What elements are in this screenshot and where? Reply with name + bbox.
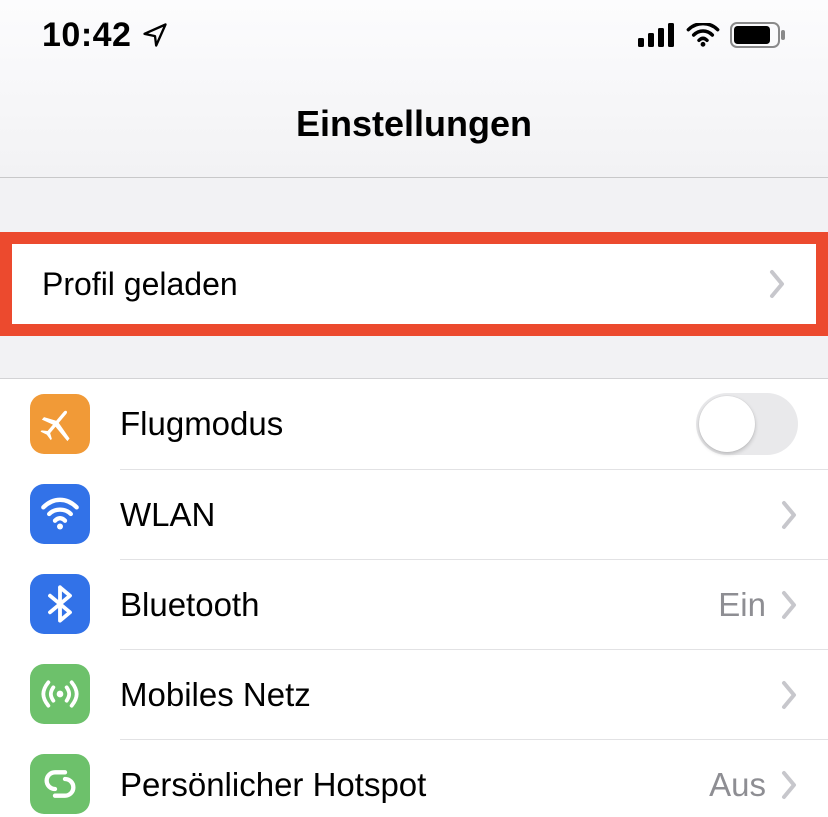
page-title: Einstellungen [296, 103, 532, 145]
status-time: 10:42 [42, 16, 131, 55]
settings-group-connectivity: Flugmodus WLAN [0, 378, 828, 817]
airplane-icon [30, 394, 90, 454]
profile-loaded-label: Profil geladen [42, 266, 238, 303]
row-trail: Ein [718, 586, 798, 624]
row-value: Ein [718, 586, 766, 624]
row-value: Aus [709, 766, 766, 804]
page-title-wrap: Einstellungen [0, 70, 828, 178]
cellular-icon [30, 664, 90, 724]
profile-loaded-row[interactable]: Profil geladen [12, 244, 816, 324]
row-label: Bluetooth [120, 586, 259, 624]
hotspot-icon [30, 754, 90, 814]
status-right [638, 22, 786, 48]
row-label: Flugmodus [120, 405, 283, 443]
chevron-right-icon [780, 500, 798, 530]
wifi-icon [686, 23, 720, 47]
row-bluetooth[interactable]: Bluetooth Ein [0, 559, 828, 649]
wifi-settings-icon [30, 484, 90, 544]
row-label: Persönlicher Hotspot [120, 766, 426, 804]
row-trail [766, 680, 798, 710]
chevron-right-icon [780, 590, 798, 620]
chevron-right-icon [780, 680, 798, 710]
row-hotspot[interactable]: Persönlicher Hotspot Aus [0, 739, 828, 817]
row-trail: Aus [709, 766, 798, 804]
location-icon [141, 21, 169, 49]
row-wifi[interactable]: WLAN [0, 469, 828, 559]
toggle-knob [699, 396, 755, 452]
status-bar: 10:42 [0, 0, 828, 70]
chevron-right-icon [768, 269, 786, 299]
profile-loaded-highlight: Profil geladen [0, 232, 828, 336]
chevron-right-icon [780, 770, 798, 800]
row-label: WLAN [120, 496, 215, 534]
profile-loaded-frame: Profil geladen [0, 232, 828, 336]
airplane-toggle[interactable] [696, 393, 798, 455]
row-trail [766, 500, 798, 530]
bluetooth-icon [30, 574, 90, 634]
row-cellular[interactable]: Mobiles Netz [0, 649, 828, 739]
row-label: Mobiles Netz [120, 676, 311, 714]
battery-icon [730, 22, 786, 48]
cellular-signal-icon [638, 23, 676, 47]
status-left: 10:42 [42, 16, 169, 55]
row-airplane-mode[interactable]: Flugmodus [0, 379, 828, 469]
